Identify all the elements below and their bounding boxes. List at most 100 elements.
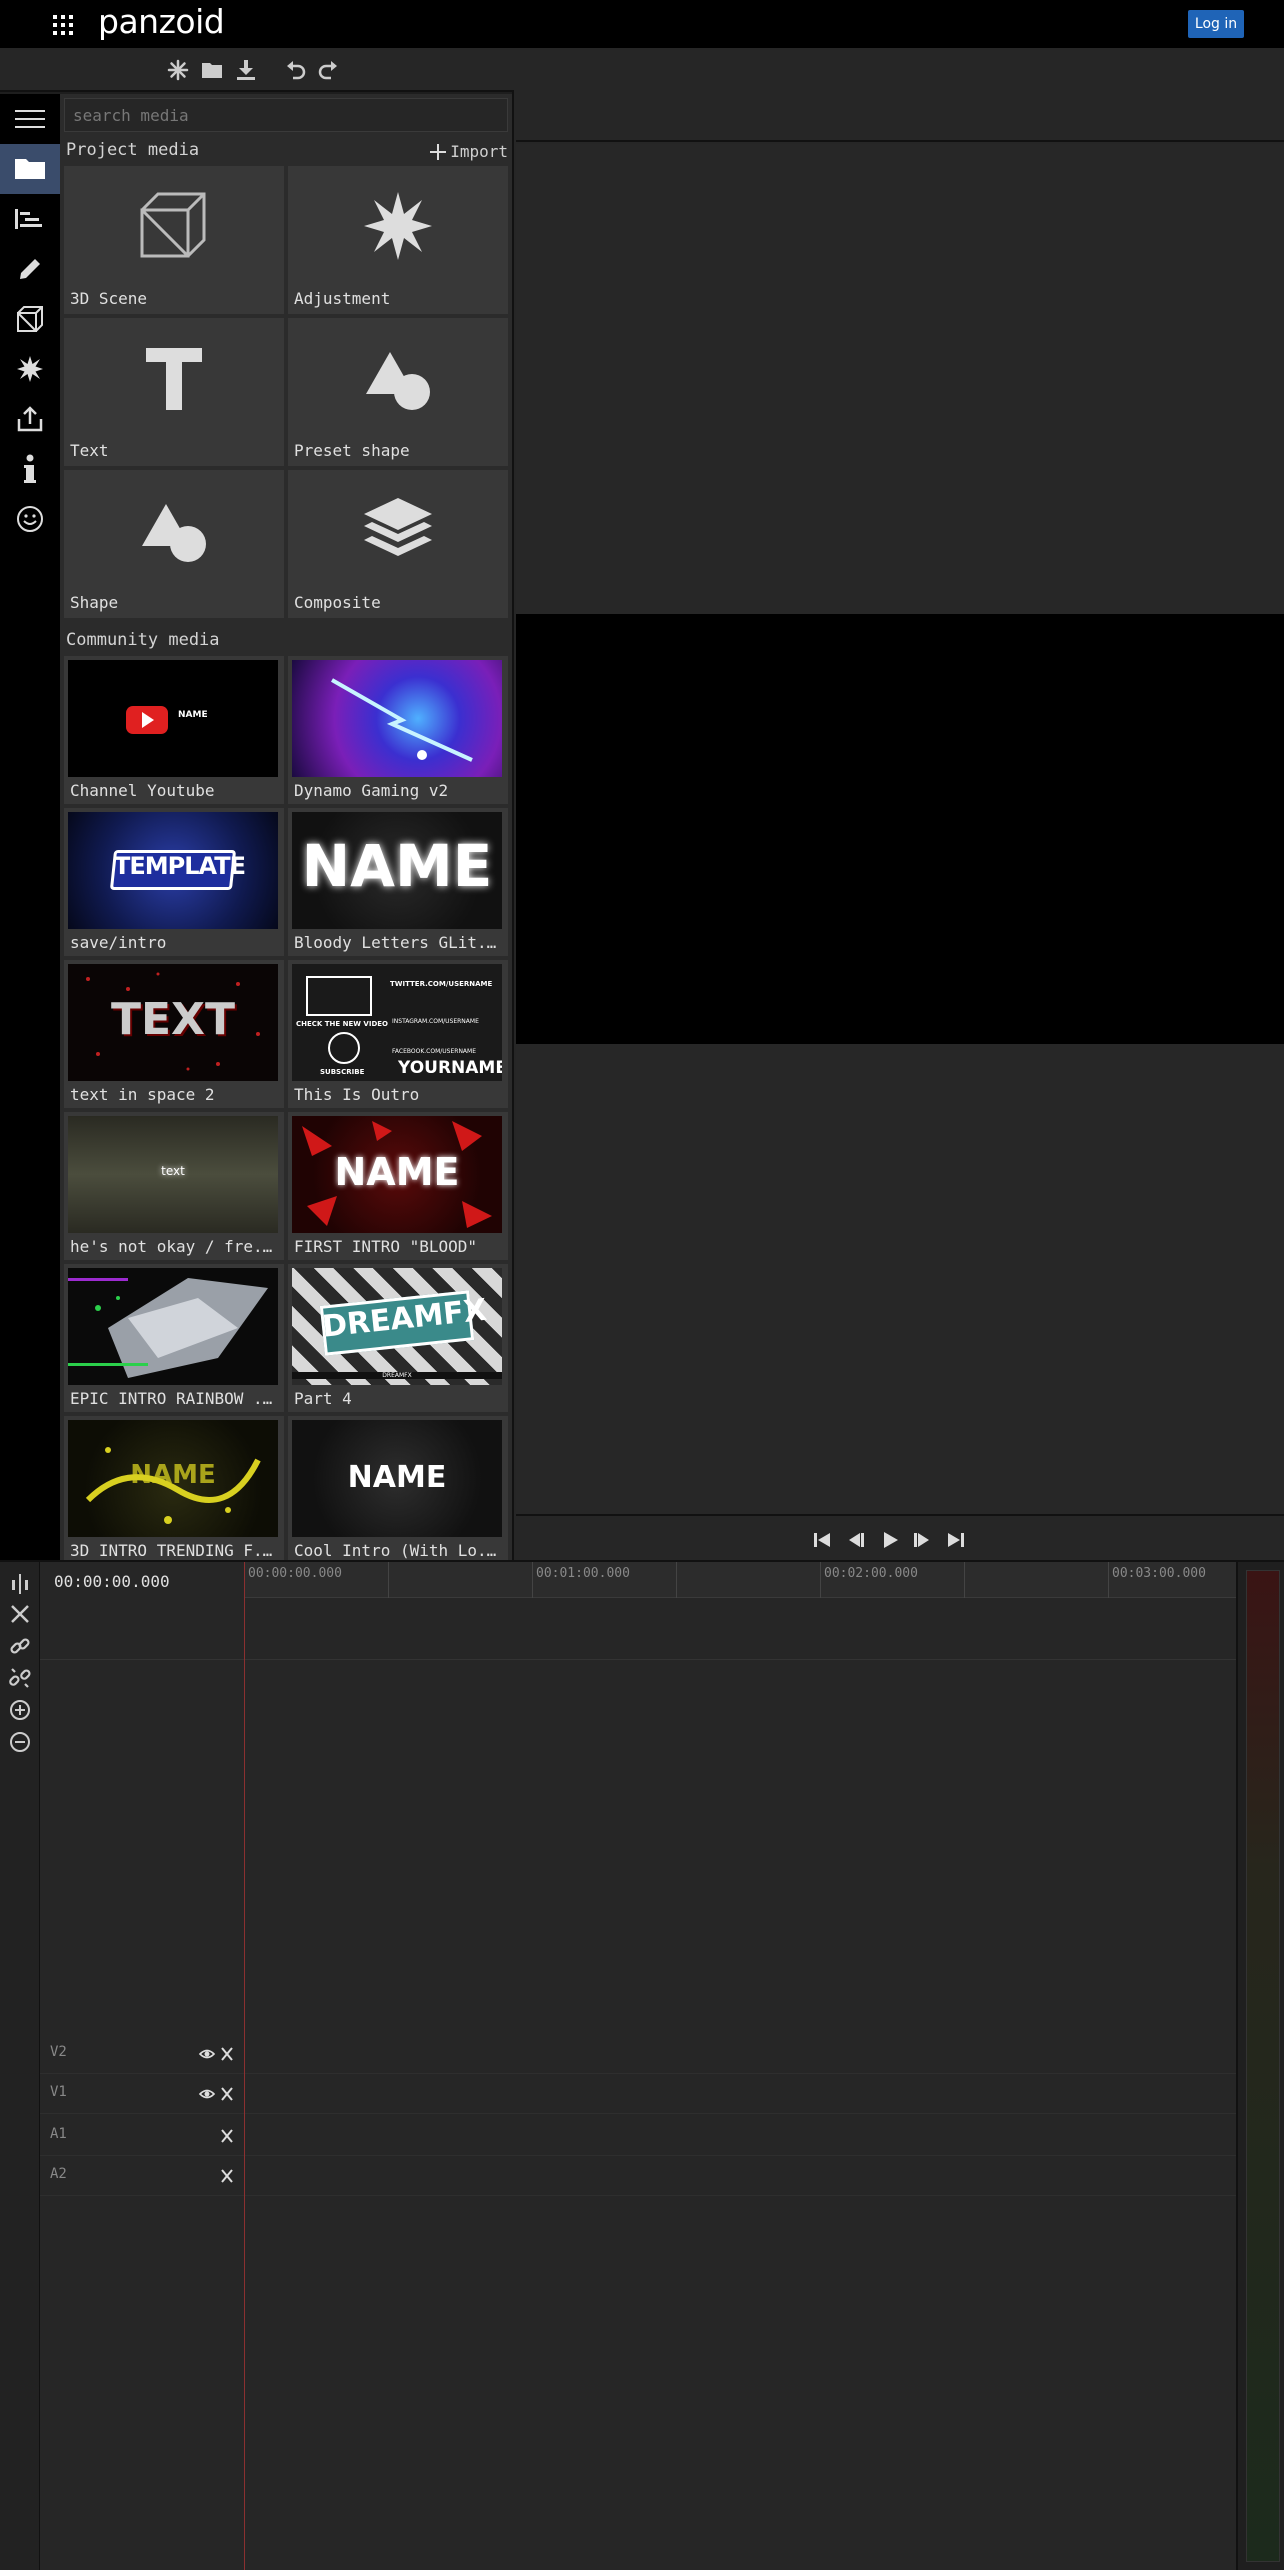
project-media-heading: Project media	[66, 140, 200, 160]
thumbnail: NAME	[292, 1420, 502, 1537]
community-item-label: EPIC INTRO RAINBOW ...	[70, 1389, 280, 1408]
split-icon[interactable]	[8, 1572, 32, 1596]
media-tile-label: 3D Scene	[70, 289, 148, 308]
community-item-label: save/intro	[70, 933, 167, 952]
thumb-text: NAME	[178, 710, 208, 720]
media-folder-icon	[15, 159, 45, 179]
play-icon[interactable]	[880, 1530, 900, 1550]
nav-effects[interactable]	[0, 344, 60, 394]
track-v1[interactable]: V1	[40, 2074, 1236, 2114]
community-item-label: This Is Outro	[294, 1085, 420, 1104]
skip-end-icon[interactable]	[946, 1530, 966, 1550]
menu-button[interactable]	[0, 94, 60, 144]
close-icon	[221, 2087, 233, 2101]
community-item[interactable]: TEMPLATE save/intro	[64, 808, 284, 956]
layers-icon	[364, 498, 432, 556]
nav-timeline[interactable]	[0, 194, 60, 244]
thumbnail: DREAMFX DREAMFX	[292, 1268, 502, 1385]
nav-info[interactable]	[0, 444, 60, 494]
community-item-label: he's not okay / fre...	[70, 1237, 280, 1256]
thumbnail: CHECK THE NEW VIDEO SUBSCRIBE TWITTER.CO…	[292, 964, 502, 1081]
media-tile-label: Adjustment	[294, 289, 391, 308]
new-project-icon[interactable]	[166, 58, 190, 82]
thumb-text: YOURNAME	[398, 1058, 502, 1078]
audio-level-bar	[1246, 1570, 1280, 2562]
community-item[interactable]: NAME Channel Youtube	[64, 656, 284, 804]
step-forward-icon[interactable]	[912, 1530, 932, 1550]
community-item[interactable]: CHECK THE NEW VIDEO SUBSCRIBE TWITTER.CO…	[288, 960, 508, 1108]
top-bar: panzoid Log in	[0, 0, 1284, 48]
plus-icon	[430, 143, 447, 160]
timeline-icon	[15, 209, 42, 229]
nav-export[interactable]	[0, 394, 60, 444]
ruler-label: 00:02:00.000	[824, 1566, 918, 1581]
outro-instagram: INSTAGRAM.COM/USERNAME	[392, 1018, 479, 1025]
thumbnail: text	[68, 1116, 278, 1233]
brand-logo[interactable]: panzoid	[98, 2, 225, 41]
community-item[interactable]: NAME 3D INTRO TRENDING F...	[64, 1416, 284, 1564]
community-item-label: Bloody Letters GLit...	[294, 933, 504, 952]
nav-media[interactable]	[0, 144, 60, 194]
shapes-icon	[366, 352, 430, 410]
track-a2[interactable]: A2	[40, 2156, 1236, 2196]
open-folder-icon[interactable]	[200, 58, 224, 82]
community-item[interactable]: NAME Cool Intro (With Lo...	[288, 1416, 508, 1564]
media-tile-adjustment[interactable]: Adjustment	[288, 166, 508, 314]
ruler-label: 00:01:00.000	[536, 1566, 630, 1581]
unlink-icon[interactable]	[8, 1666, 32, 1690]
community-item-label: 3D INTRO TRENDING F...	[70, 1541, 280, 1560]
login-button[interactable]: Log in	[1188, 10, 1244, 38]
media-tile-composite[interactable]: Composite	[288, 470, 508, 618]
community-item[interactable]: DREAMFX DREAMFX Part 4	[288, 1264, 508, 1412]
nav-account[interactable]	[0, 494, 60, 544]
import-button[interactable]: Import	[430, 142, 508, 161]
media-tile-preset-shape[interactable]: Preset shape	[288, 318, 508, 466]
redo-icon[interactable]	[316, 58, 340, 82]
community-item[interactable]: NAME Bloody Letters GLit...	[288, 808, 508, 956]
track-name: A2	[50, 2166, 67, 2182]
rainbow-graphic	[68, 1278, 268, 1378]
thumbnail: NAME	[292, 1116, 502, 1233]
undo-icon[interactable]	[284, 58, 308, 82]
video-canvas[interactable]	[516, 614, 1284, 1044]
track-v2[interactable]: V2	[40, 2034, 1236, 2074]
track-name: A1	[50, 2126, 67, 2142]
thumb-text: NAME	[301, 832, 493, 900]
zoom-in-icon[interactable]	[8, 1698, 32, 1722]
link-icon[interactable]	[8, 1634, 32, 1658]
info-icon	[24, 454, 36, 483]
search-media-input[interactable]	[64, 98, 508, 132]
outro-twitter: TWITTER.COM/USERNAME	[390, 980, 493, 988]
youtube-logo-icon	[126, 706, 168, 734]
download-icon[interactable]	[234, 58, 258, 82]
community-item[interactable]: NAME FIRST INTRO "BLOOD"	[288, 1112, 508, 1260]
side-nav	[0, 94, 60, 1560]
thumb-text: NAME	[130, 1460, 216, 1490]
nav-3d[interactable]	[0, 294, 60, 344]
community-item[interactable]: text he's not okay / fre...	[64, 1112, 284, 1260]
import-label: Import	[450, 142, 508, 161]
time-ruler[interactable]: 00:00:00.000 00:01:00.000 00:02:00.000 0…	[244, 1562, 1236, 1598]
close-icon	[221, 2047, 233, 2061]
media-tile-text[interactable]: Text	[64, 318, 284, 466]
timeline-overview	[40, 1598, 1236, 1660]
nav-edit[interactable]	[0, 244, 60, 294]
community-item[interactable]: TEXT text in space 2	[64, 960, 284, 1108]
media-tile-3d-scene[interactable]: 3D Scene	[64, 166, 284, 314]
starburst-icon	[364, 192, 432, 260]
community-item[interactable]: EPIC INTRO RAINBOW ...	[64, 1264, 284, 1412]
apps-grid-icon[interactable]	[52, 14, 74, 36]
track-a1[interactable]: A1	[40, 2116, 1236, 2156]
left-panel: Project media Import 3D Scene Adjustment…	[0, 48, 514, 1564]
playhead[interactable]	[244, 1562, 245, 2570]
zoom-out-icon[interactable]	[8, 1730, 32, 1754]
preview-panel	[516, 48, 1284, 1562]
delete-icon[interactable]	[8, 1602, 32, 1626]
lightning-graphic	[331, 678, 473, 762]
media-tile-shape[interactable]: Shape	[64, 470, 284, 618]
community-item[interactable]: Dynamo Gaming v2	[288, 656, 508, 804]
step-back-icon[interactable]	[846, 1530, 866, 1550]
skip-start-icon[interactable]	[812, 1530, 832, 1550]
3d-cube-icon	[17, 306, 43, 332]
thumb-subtext: DREAMFX	[292, 1372, 502, 1379]
